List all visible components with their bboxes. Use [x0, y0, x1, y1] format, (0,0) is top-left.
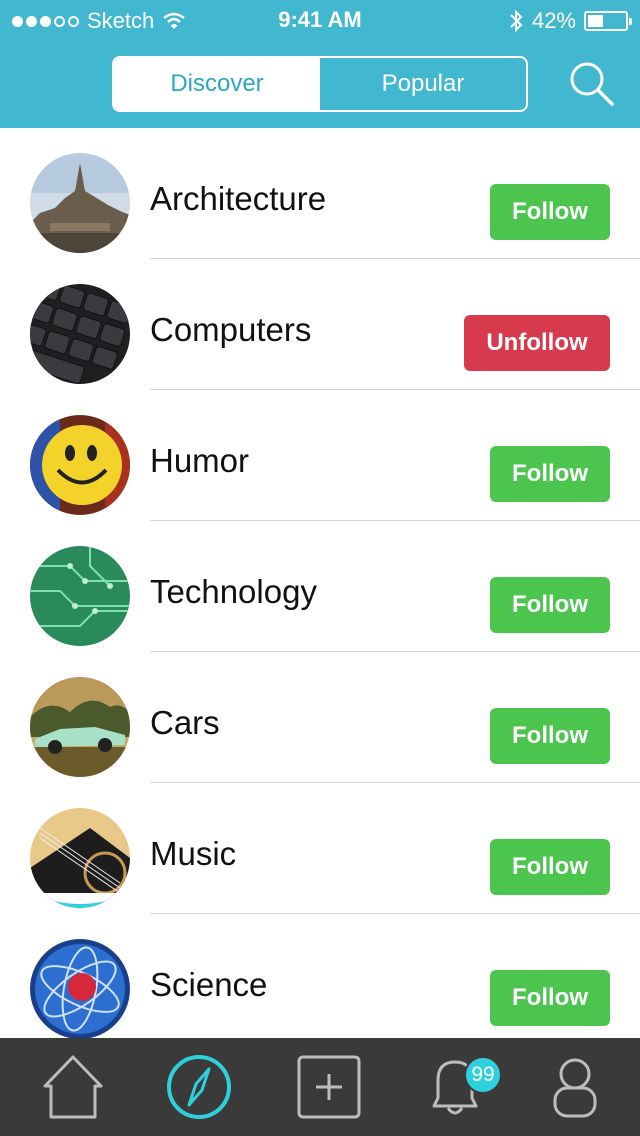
- follow-button[interactable]: Follow: [490, 577, 610, 633]
- follow-button[interactable]: Follow: [490, 708, 610, 764]
- compass-icon[interactable]: [164, 1052, 234, 1122]
- technology-avatar: [30, 546, 130, 646]
- topic-row-cars: Cars Follow: [0, 652, 640, 783]
- segmented-control: Discover Popular: [112, 56, 528, 112]
- computers-avatar: [30, 284, 130, 384]
- notification-badge: 99: [464, 1056, 502, 1094]
- cars-avatar: [30, 677, 130, 777]
- topic-row-music: Music Follow: [0, 783, 640, 914]
- follow-button[interactable]: Follow: [490, 446, 610, 502]
- architecture-avatar: [30, 153, 130, 253]
- topic-row-computers: Computers Unfollow: [0, 259, 640, 390]
- topic-row-science: Science Follow: [0, 914, 640, 1038]
- topic-label: Science: [150, 966, 268, 1003]
- topic-label: Technology: [150, 573, 317, 610]
- home-icon[interactable]: [38, 1052, 108, 1122]
- music-avatar: [30, 808, 130, 908]
- unfollow-button[interactable]: Unfollow: [464, 315, 610, 371]
- header: Sketch 9:41 AM 42% Discover Popular: [0, 0, 640, 128]
- topic-label: Computers: [150, 311, 312, 348]
- profile-icon[interactable]: [540, 1052, 610, 1122]
- search-icon[interactable]: [566, 58, 616, 108]
- bluetooth-icon: [510, 9, 523, 33]
- tab-discover[interactable]: Discover: [114, 58, 320, 110]
- humor-avatar: [30, 415, 130, 515]
- topic-list: Architecture Follow Computers Unfollow H…: [0, 128, 640, 1038]
- tab-bar: 99: [0, 1038, 640, 1136]
- battery-icon: [584, 11, 632, 31]
- follow-button[interactable]: Follow: [490, 970, 610, 1026]
- follow-button[interactable]: Follow: [490, 184, 610, 240]
- battery-percent: 42%: [531, 8, 576, 33]
- topic-label: Architecture: [150, 180, 327, 217]
- topic-label: Humor: [150, 442, 250, 479]
- topic-label: Music: [150, 835, 237, 872]
- topic-label: Cars: [150, 704, 220, 741]
- add-icon[interactable]: [294, 1052, 364, 1122]
- topic-row-architecture: Architecture Follow: [0, 128, 640, 259]
- topic-row-technology: Technology Follow: [0, 521, 640, 652]
- status-bar: Sketch 9:41 AM 42%: [0, 0, 640, 40]
- tab-popular[interactable]: Popular: [320, 58, 526, 110]
- science-avatar: [30, 939, 130, 1038]
- topic-row-humor: Humor Follow: [0, 390, 640, 521]
- follow-button[interactable]: Follow: [490, 839, 610, 895]
